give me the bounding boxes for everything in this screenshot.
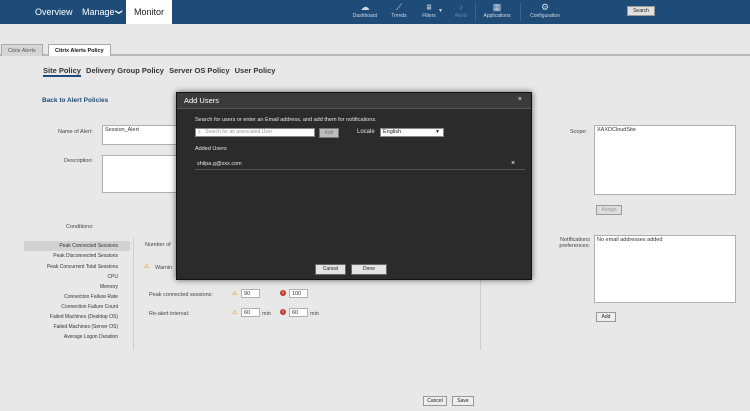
- scope-item[interactable]: XAXDCloudSite: [597, 127, 636, 133]
- alert-name-input[interactable]: Session_Alert: [102, 125, 178, 145]
- condition-item[interactable]: Failed Machines (Server OS): [24, 322, 130, 332]
- condition-item[interactable]: Failed Machines (Desktop OS): [24, 312, 130, 322]
- search-button[interactable]: Search: [627, 6, 655, 16]
- name-label: Name of Alert:: [58, 129, 93, 135]
- warning-icon: ⚠: [232, 291, 238, 297]
- condition-item[interactable]: Average Logon Duration: [24, 332, 130, 342]
- re-alert-interval-label: Re-alert interval:: [149, 311, 190, 317]
- trends-button[interactable]: ⟋ Trends: [382, 2, 416, 20]
- scope-label: Scope:: [570, 129, 588, 135]
- condition-item[interactable]: Connection Failure Count: [24, 302, 130, 312]
- assign-button[interactable]: Assign: [596, 205, 622, 215]
- peak-connected-sessions-label: Peak connected sessions:: [149, 292, 213, 298]
- description-label: Description:: [64, 158, 94, 164]
- condition-item[interactable]: Peak Connected Sessions: [24, 241, 130, 251]
- condition-item[interactable]: Memory: [24, 282, 130, 292]
- nav-overview[interactable]: Overview: [35, 0, 73, 24]
- condition-item[interactable]: CPU: [24, 272, 130, 282]
- min-unit: min: [262, 311, 271, 317]
- condition-item[interactable]: Peak Concurrent Total Sessions: [24, 262, 130, 272]
- realert-warning-input[interactable]: 60: [241, 308, 260, 317]
- cancel-button[interactable]: Cancel: [423, 396, 447, 406]
- tab-bar: Citrix Alerts Citrix Alerts Policy: [0, 44, 750, 56]
- added-user-row: shilpa.g@xxx.com ×: [195, 160, 525, 170]
- tab-server-os-policy[interactable]: Server OS Policy: [169, 66, 229, 75]
- condition-item[interactable]: Peak Disconnected Sessions: [24, 251, 130, 261]
- applications-button[interactable]: ▦ Applications: [477, 2, 517, 20]
- peak-warning-threshold-input[interactable]: 90: [241, 289, 260, 298]
- dialog-cancel-button[interactable]: Cancel: [315, 264, 346, 275]
- warning-icon: ⚠: [144, 264, 150, 270]
- critical-icon: !: [280, 309, 286, 315]
- min-unit: min: [310, 311, 319, 317]
- locale-value: English: [383, 129, 402, 135]
- added-users-label: Added Users: [195, 146, 227, 152]
- added-user-email: shilpa.g@xxx.com: [197, 161, 242, 167]
- add-notification-button[interactable]: Add: [596, 312, 616, 322]
- user-search-placeholder: Search for an associated User: [205, 129, 273, 135]
- nav-monitor[interactable]: Monitor: [126, 0, 173, 24]
- tab-delivery-group-policy[interactable]: Delivery Group Policy: [86, 66, 164, 75]
- search-icon: ⌕: [198, 129, 201, 135]
- conditions-label: Conditions:: [66, 224, 94, 230]
- critical-icon: !: [280, 290, 286, 296]
- bell-icon: ♪: [458, 2, 464, 12]
- tab-site-policy[interactable]: Site Policy: [43, 66, 81, 77]
- save-button[interactable]: Save: [452, 396, 474, 406]
- notifications-preferences-label: Notifications preferences:: [559, 237, 590, 249]
- warning-text: Warnin: [155, 265, 173, 271]
- toolbar-divider: [475, 3, 476, 21]
- peak-critical-threshold-input[interactable]: 100: [289, 289, 308, 298]
- tab-user-policy[interactable]: User Policy: [235, 66, 276, 75]
- dashboard-icon: ☁: [360, 2, 370, 12]
- tab-citrix-alerts[interactable]: Citrix Alerts: [1, 44, 43, 56]
- toolbar-divider: [520, 3, 521, 21]
- back-to-alert-policies-link[interactable]: Back to Alert Policies: [42, 97, 108, 104]
- conditions-divider: [133, 238, 134, 350]
- remove-user-icon[interactable]: ×: [511, 160, 515, 167]
- warning-icon: ⚠: [232, 310, 238, 316]
- locale-label: Locale: [357, 129, 375, 135]
- top-nav-bar: Overview Manage ❯ Monitor ☁ Dashboard ⟋ …: [0, 0, 750, 24]
- dialog-title: Add Users: [184, 96, 220, 105]
- locale-select[interactable]: English ▼: [380, 128, 444, 137]
- gear-icon: ⚙: [540, 2, 550, 12]
- dialog-done-button[interactable]: Done: [351, 264, 387, 275]
- dialog-instructions: Search for users or enter an Email addre…: [195, 117, 377, 123]
- alerts-button[interactable]: ♪ Alerts: [444, 2, 478, 20]
- tab-citrix-alerts-policy[interactable]: Citrix Alerts Policy: [48, 44, 111, 56]
- dialog-header: Add Users ×: [177, 93, 531, 109]
- chevron-down-icon: ▼: [435, 129, 440, 135]
- dashboard-button[interactable]: ☁ Dashboard: [348, 2, 382, 20]
- applications-icon: ▦: [492, 2, 502, 12]
- user-search-input[interactable]: ⌕ Search for an associated User: [195, 128, 315, 137]
- trends-icon: ⟋: [395, 2, 403, 12]
- realert-critical-input[interactable]: 60: [289, 308, 308, 317]
- condition-item[interactable]: Connection Failure Rate: [24, 292, 130, 302]
- notifications-list: No email addresses added: [594, 235, 736, 303]
- filters-dropdown-arrow-icon[interactable]: ▼: [438, 8, 443, 14]
- policy-tabs: Site Policy Delivery Group Policy Server…: [43, 66, 278, 77]
- scope-list: XAXDCloudSite: [594, 125, 736, 195]
- description-input[interactable]: [102, 155, 178, 193]
- add-users-dialog: Add Users × Search for users or enter an…: [176, 92, 532, 280]
- close-icon[interactable]: ×: [518, 96, 522, 103]
- add-user-button[interactable]: Add: [319, 128, 339, 138]
- configuration-button[interactable]: ⚙ Configuration: [525, 2, 565, 20]
- number-of-label: Number of: [145, 242, 171, 248]
